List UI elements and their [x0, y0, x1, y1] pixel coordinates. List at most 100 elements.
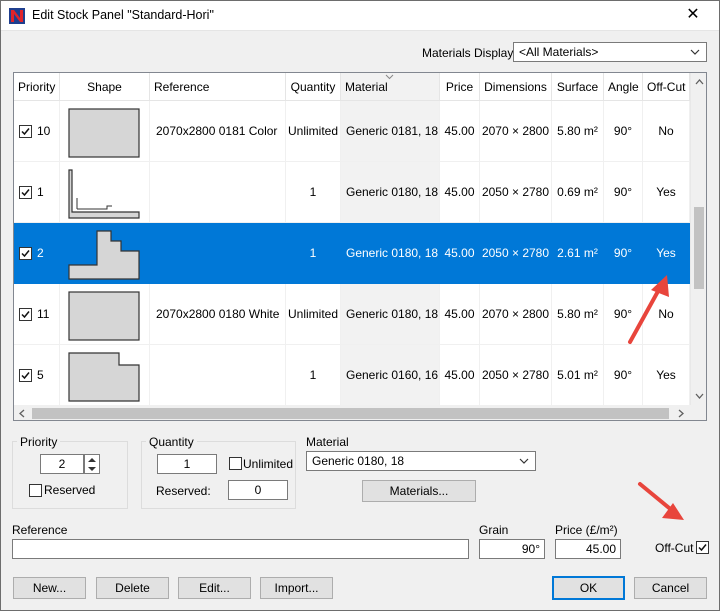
cell-quantity[interactable]: 1: [286, 162, 341, 223]
cell-material[interactable]: Generic 0180, 18: [341, 223, 440, 284]
row-checkbox[interactable]: [19, 125, 32, 138]
header-quantity[interactable]: Quantity: [286, 73, 341, 101]
cell-angle[interactable]: 90°: [604, 101, 643, 162]
row-checkbox[interactable]: [19, 247, 32, 260]
unlimited-checkbox[interactable]: [229, 457, 242, 470]
cell-quantity[interactable]: 1: [286, 345, 341, 406]
cell-angle[interactable]: 90°: [604, 345, 643, 406]
cell-surface[interactable]: 0.69 m²: [552, 162, 604, 223]
stepper-up-icon[interactable]: [88, 457, 96, 463]
cell-material[interactable]: Generic 0181, 18: [341, 101, 440, 162]
scroll-down-icon[interactable]: [695, 393, 704, 399]
cell-shape[interactable]: [60, 162, 150, 223]
materials-display-select[interactable]: <All Materials>: [513, 42, 707, 62]
row-checkbox[interactable]: [19, 308, 32, 321]
cell-angle[interactable]: 90°: [604, 162, 643, 223]
materials-display-value: <All Materials>: [519, 45, 599, 59]
cell-material[interactable]: Generic 0180, 18: [341, 162, 440, 223]
cell-dimensions[interactable]: 2050 × 2780: [480, 345, 552, 406]
scroll-right-icon[interactable]: [678, 409, 684, 418]
vertical-scroll-thumb[interactable]: [694, 207, 704, 289]
cell-priority[interactable]: 11: [14, 284, 60, 345]
checkmark-icon: [21, 128, 30, 136]
header-material[interactable]: Material: [341, 73, 440, 101]
row-checkbox[interactable]: [19, 186, 32, 199]
reserved-checkbox[interactable]: [29, 484, 42, 497]
cell-price[interactable]: 45.00: [440, 284, 480, 345]
quantity-reserved-input[interactable]: 0: [228, 480, 288, 500]
cell-price[interactable]: 45.00: [440, 223, 480, 284]
offcut-checkbox[interactable]: [696, 541, 709, 554]
grain-input[interactable]: 90°: [479, 539, 545, 559]
cell-shape[interactable]: [60, 345, 150, 406]
material-select[interactable]: Generic 0180, 18: [306, 451, 536, 471]
close-icon[interactable]: ✕: [682, 4, 704, 26]
panel-shape-icon: [67, 351, 141, 403]
header-offcut[interactable]: Off-Cut: [643, 73, 690, 101]
cell-priority[interactable]: 10: [14, 101, 60, 162]
header-price[interactable]: Price: [440, 73, 480, 101]
cell-reference[interactable]: [150, 223, 286, 284]
edit-button[interactable]: Edit...: [178, 577, 251, 599]
vertical-scrollbar[interactable]: [690, 73, 706, 405]
cell-offcut[interactable]: Yes: [643, 162, 690, 223]
cell-reference[interactable]: [150, 345, 286, 406]
cell-price[interactable]: 45.00: [440, 345, 480, 406]
checkmark-icon: [21, 250, 30, 258]
cell-priority[interactable]: 2: [14, 223, 60, 284]
stock-grid[interactable]: Priority Shape Reference Quantity Materi…: [13, 72, 707, 421]
cell-surface[interactable]: 5.80 m²: [552, 101, 604, 162]
materials-button[interactable]: Materials...: [362, 480, 476, 502]
scroll-left-icon[interactable]: [19, 409, 25, 418]
header-reference[interactable]: Reference: [150, 73, 286, 101]
cell-dimensions[interactable]: 2070 × 2800: [480, 284, 552, 345]
cell-quantity[interactable]: 1: [286, 223, 341, 284]
checkmark-icon: [21, 372, 30, 380]
cell-priority[interactable]: 5: [14, 345, 60, 406]
header-priority[interactable]: Priority: [14, 73, 60, 101]
new-button[interactable]: New...: [13, 577, 86, 599]
priority-stepper[interactable]: [84, 454, 100, 474]
scroll-up-icon[interactable]: [695, 79, 704, 85]
header-angle[interactable]: Angle: [604, 73, 643, 101]
cell-surface[interactable]: 5.80 m²: [552, 284, 604, 345]
ok-button[interactable]: OK: [552, 576, 625, 600]
row-priority: 11: [37, 307, 50, 321]
row-checkbox[interactable]: [19, 369, 32, 382]
cell-offcut[interactable]: Yes: [643, 345, 690, 406]
header-surface[interactable]: Surface: [552, 73, 604, 101]
delete-button[interactable]: Delete: [96, 577, 169, 599]
cell-reference[interactable]: 2070x2800 0180 White: [150, 284, 286, 345]
cell-priority[interactable]: 1: [14, 162, 60, 223]
header-shape[interactable]: Shape: [60, 73, 150, 101]
scrollbar-corner: [690, 405, 706, 420]
cell-quantity[interactable]: Unlimited: [286, 101, 341, 162]
cell-reference[interactable]: [150, 162, 286, 223]
cell-price[interactable]: 45.00: [440, 101, 480, 162]
cell-dimensions[interactable]: 2050 × 2780: [480, 162, 552, 223]
price-input[interactable]: 45.00: [555, 539, 621, 559]
horizontal-scroll-thumb[interactable]: [32, 408, 669, 419]
horizontal-scrollbar[interactable]: [14, 405, 706, 420]
reference-input[interactable]: [12, 539, 469, 559]
header-dimensions[interactable]: Dimensions: [480, 73, 552, 101]
cell-shape[interactable]: [60, 101, 150, 162]
cell-material[interactable]: Generic 0180, 18: [341, 284, 440, 345]
cell-shape[interactable]: [60, 284, 150, 345]
cell-dimensions[interactable]: 2050 × 2780: [480, 223, 552, 284]
priority-input[interactable]: 2: [40, 454, 84, 474]
cancel-button[interactable]: Cancel: [634, 577, 707, 599]
stepper-down-icon[interactable]: [88, 466, 96, 472]
cell-offcut[interactable]: No: [643, 101, 690, 162]
cell-reference[interactable]: 2070x2800 0181 Color: [150, 101, 286, 162]
cell-shape[interactable]: [60, 223, 150, 284]
cell-material[interactable]: Generic 0160, 16: [341, 345, 440, 406]
cell-quantity[interactable]: Unlimited: [286, 284, 341, 345]
cell-surface[interactable]: 2.61 m²: [552, 223, 604, 284]
cell-dimensions[interactable]: 2070 × 2800: [480, 101, 552, 162]
quantity-input[interactable]: 1: [157, 454, 217, 474]
cell-surface[interactable]: 5.01 m²: [552, 345, 604, 406]
cell-price[interactable]: 45.00: [440, 162, 480, 223]
materials-display-label: Materials Display: [422, 46, 514, 60]
import-button[interactable]: Import...: [260, 577, 333, 599]
